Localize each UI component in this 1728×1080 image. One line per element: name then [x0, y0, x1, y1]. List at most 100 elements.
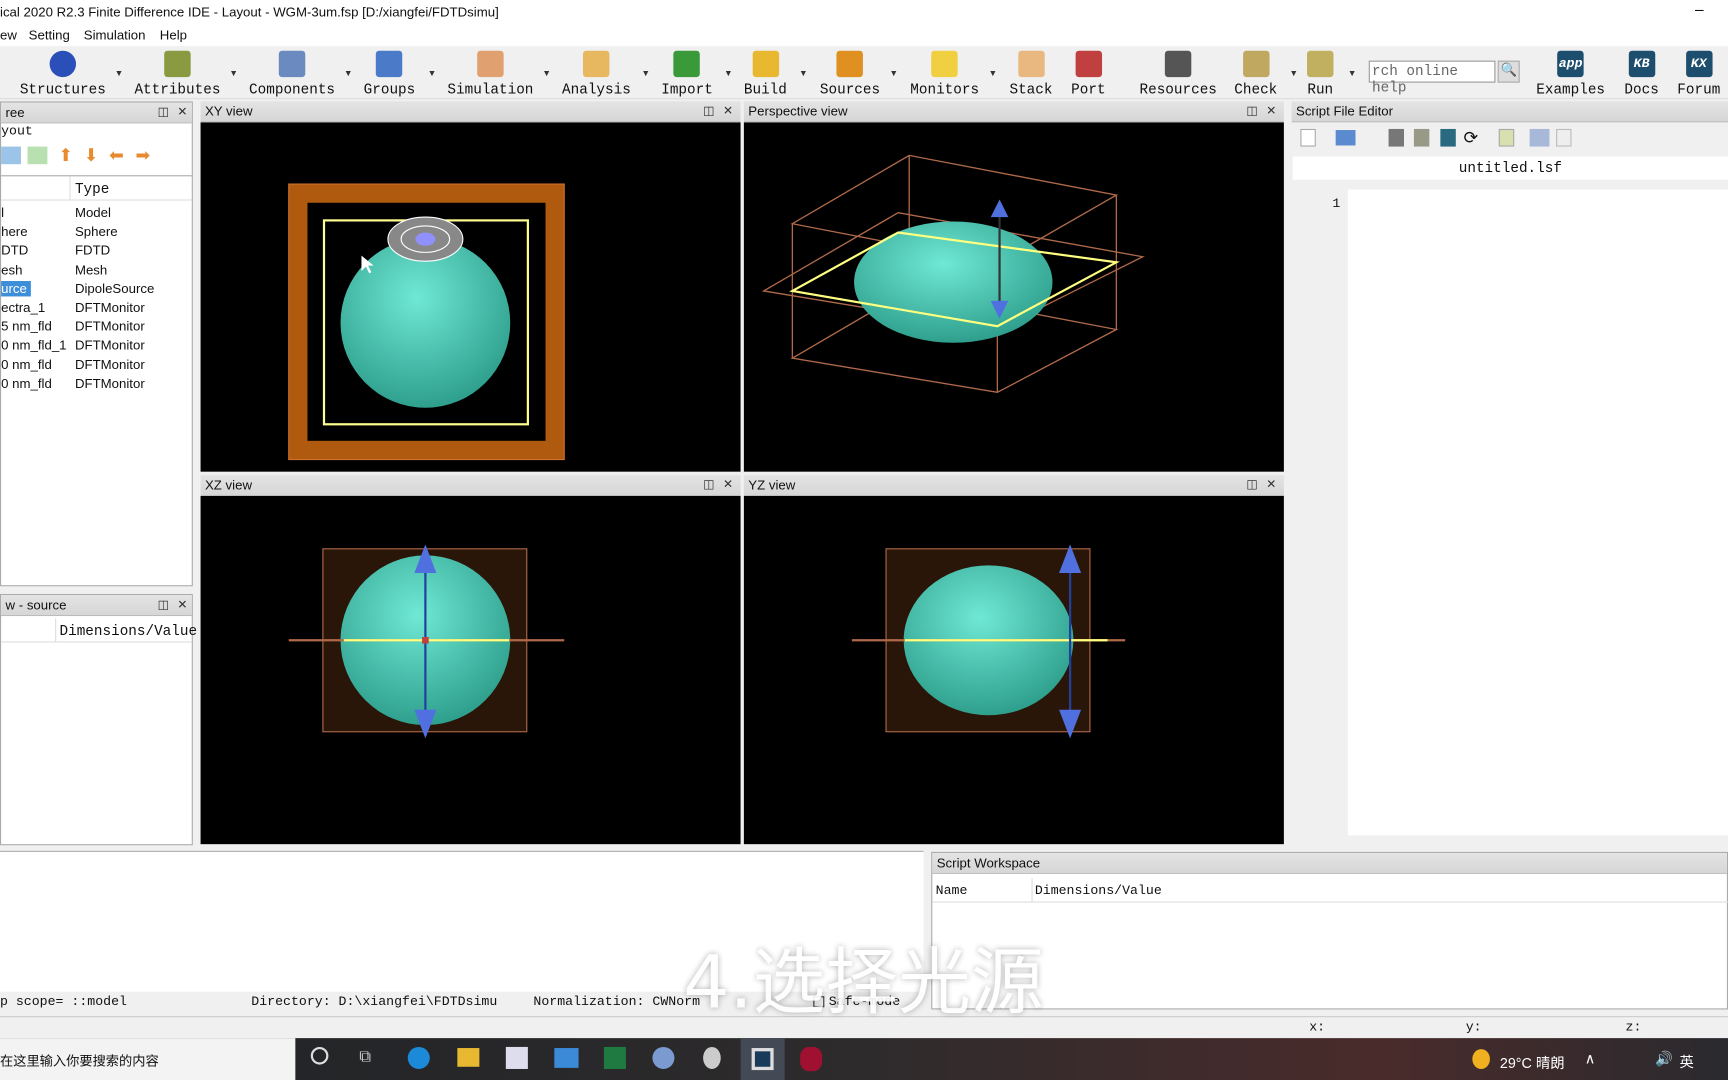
tree-row[interactable]: urce DipoleSource — [1, 280, 192, 300]
dropdown-arrow-icon[interactable]: ▼ — [989, 68, 998, 78]
toolbar-structures-button[interactable]: Structures — [20, 48, 106, 98]
toolbar-sources-button[interactable]: Sources — [820, 48, 880, 98]
tree-row[interactable]: 0 nm_fld DFTMonitor — [1, 357, 192, 376]
dropdown-arrow-icon[interactable]: ▼ — [1348, 68, 1357, 78]
edge-icon[interactable] — [407, 1046, 430, 1069]
tree-row[interactable]: DTD FDTD — [1, 243, 192, 262]
close-icon[interactable]: ✕ — [177, 597, 187, 611]
excel-icon[interactable] — [603, 1046, 626, 1069]
move-left-icon[interactable]: ⬅ — [109, 144, 124, 166]
float-icon[interactable]: ◫ — [703, 104, 714, 118]
toolbar-analysis-button[interactable]: Analysis — [562, 48, 631, 98]
folder-icon[interactable] — [1440, 128, 1456, 147]
dropdown-arrow-icon[interactable]: ▼ — [1289, 68, 1298, 78]
cortana-icon[interactable] — [310, 1046, 329, 1065]
menu-view[interactable]: ew — [0, 28, 17, 43]
tray-chevron-icon[interactable]: ∧ — [1585, 1050, 1595, 1068]
open-file-icon[interactable] — [1335, 130, 1356, 146]
toolbar-simulation-button[interactable]: Simulation — [447, 48, 533, 98]
close-icon[interactable]: ✕ — [1266, 477, 1276, 491]
dropdown-arrow-icon[interactable]: ▼ — [115, 68, 124, 78]
dropdown-arrow-icon[interactable]: ▼ — [641, 68, 650, 78]
dropdown-arrow-icon[interactable]: ▼ — [229, 68, 238, 78]
tree-row[interactable]: esh Mesh — [1, 262, 192, 281]
add-icon[interactable] — [27, 146, 48, 165]
task-view-icon[interactable]: ⧉ — [359, 1047, 371, 1066]
dropdown-arrow-icon[interactable]: ▼ — [724, 68, 733, 78]
recorder-icon[interactable] — [800, 1046, 823, 1072]
ime-indicator[interactable]: 英 — [1680, 1050, 1694, 1071]
toolbar-run-button[interactable]: Run — [1307, 48, 1334, 98]
toolbar-groups-button[interactable]: Groups — [364, 48, 415, 98]
app-icon[interactable] — [703, 1046, 721, 1069]
toolbar-check-button[interactable]: Check — [1234, 48, 1277, 98]
dropdown-arrow-icon[interactable]: ▼ — [889, 68, 898, 78]
file-explorer-icon[interactable] — [457, 1048, 480, 1067]
move-right-icon[interactable]: ➡ — [136, 144, 151, 166]
new-file-icon[interactable] — [1300, 128, 1316, 147]
z-coordinate: z: — [1625, 1019, 1642, 1035]
toolbar-build-button[interactable]: Build — [744, 48, 787, 98]
tree-row[interactable]: here Sphere — [1, 224, 192, 243]
step-icon[interactable] — [1556, 128, 1572, 147]
source-target-icon — [836, 50, 864, 78]
toolbar-examples-button[interactable]: app Examples — [1536, 48, 1605, 98]
tree-row[interactable]: 5 nm_fld DFTMonitor — [1, 319, 192, 338]
dropdown-arrow-icon[interactable]: ▼ — [428, 68, 437, 78]
toolbar-forum-button[interactable]: KX Forum — [1677, 48, 1720, 98]
search-online-help-input[interactable]: rch online help — [1368, 60, 1496, 96]
toolbar-port-button[interactable]: Port — [1071, 48, 1106, 98]
dropdown-arrow-icon[interactable]: ▼ — [344, 68, 353, 78]
toolbar-monitors-button[interactable]: Monitors — [910, 48, 979, 98]
save-icon[interactable] — [1388, 128, 1404, 147]
dropdown-arrow-icon[interactable]: ▼ — [542, 68, 551, 78]
script-text-area[interactable] — [1347, 189, 1728, 836]
save-as-icon[interactable] — [1413, 128, 1430, 147]
yz-viewport[interactable] — [743, 495, 1284, 845]
perspective-viewport[interactable] — [743, 122, 1284, 472]
toolbar-docs-button[interactable]: KB Docs — [1624, 48, 1659, 98]
search-icon[interactable]: 🔍 — [1497, 60, 1520, 83]
float-icon[interactable]: ◫ — [703, 477, 714, 491]
store-icon[interactable] — [505, 1046, 528, 1069]
move-up-icon[interactable]: ⬆ — [58, 144, 73, 166]
float-icon[interactable]: ◫ — [1246, 104, 1257, 118]
dropdown-arrow-icon[interactable]: ▼ — [799, 68, 808, 78]
run-selection-icon[interactable] — [1529, 128, 1550, 147]
toolbar-attributes-button[interactable]: Attributes — [134, 48, 220, 98]
close-icon[interactable]: ✕ — [723, 477, 733, 491]
tree-row[interactable]: ectra_1 DFTMonitor — [1, 300, 192, 319]
close-icon[interactable]: ✕ — [177, 105, 187, 119]
taskbar-search[interactable]: 在这里输入你要搜索的内容 — [0, 1038, 296, 1080]
close-icon[interactable]: ✕ — [1266, 104, 1276, 118]
refresh-icon[interactable]: ⟳ — [1464, 127, 1479, 149]
toolbar-resources-button[interactable]: Resources — [1140, 48, 1217, 98]
lumerical-taskbar-button[interactable] — [740, 1038, 785, 1080]
run-script-icon[interactable] — [1498, 128, 1515, 147]
float-icon[interactable]: ◫ — [158, 105, 169, 119]
minimize-button[interactable]: – — [1695, 0, 1704, 18]
volume-icon[interactable]: 🔊 — [1655, 1050, 1673, 1068]
mail-icon[interactable] — [554, 1048, 579, 1068]
tree-row[interactable]: l Model — [1, 205, 192, 224]
tree-row[interactable]: 0 nm_fld_1 DFTMonitor — [1, 338, 192, 357]
toolbar-components-button[interactable]: Components — [249, 48, 335, 98]
close-icon[interactable]: ✕ — [723, 104, 733, 118]
menu-setting[interactable]: Setting — [29, 28, 70, 43]
xy-viewport[interactable] — [200, 122, 741, 472]
panel-title: ree — [5, 104, 25, 121]
menu-help[interactable]: Help — [160, 28, 187, 43]
float-icon[interactable]: ◫ — [158, 597, 169, 611]
float-icon[interactable]: ◫ — [1246, 477, 1257, 491]
tree-root[interactable]: yout — [1, 123, 33, 138]
xz-viewport[interactable] — [200, 495, 741, 845]
r-icon[interactable] — [652, 1046, 675, 1069]
toolbar-import-button[interactable]: Import — [661, 48, 713, 98]
move-down-icon[interactable]: ⬇ — [84, 144, 99, 166]
group-icon[interactable] — [1, 146, 21, 165]
menu-simulation[interactable]: Simulation — [84, 28, 146, 43]
panel-title: Script Workspace — [936, 855, 1041, 871]
tree-row[interactable]: 0 nm_fld DFTMonitor — [1, 376, 192, 395]
tab-untitled-lsf[interactable]: untitled.lsf — [1292, 156, 1728, 180]
toolbar-stack-button[interactable]: Stack — [1009, 48, 1052, 98]
